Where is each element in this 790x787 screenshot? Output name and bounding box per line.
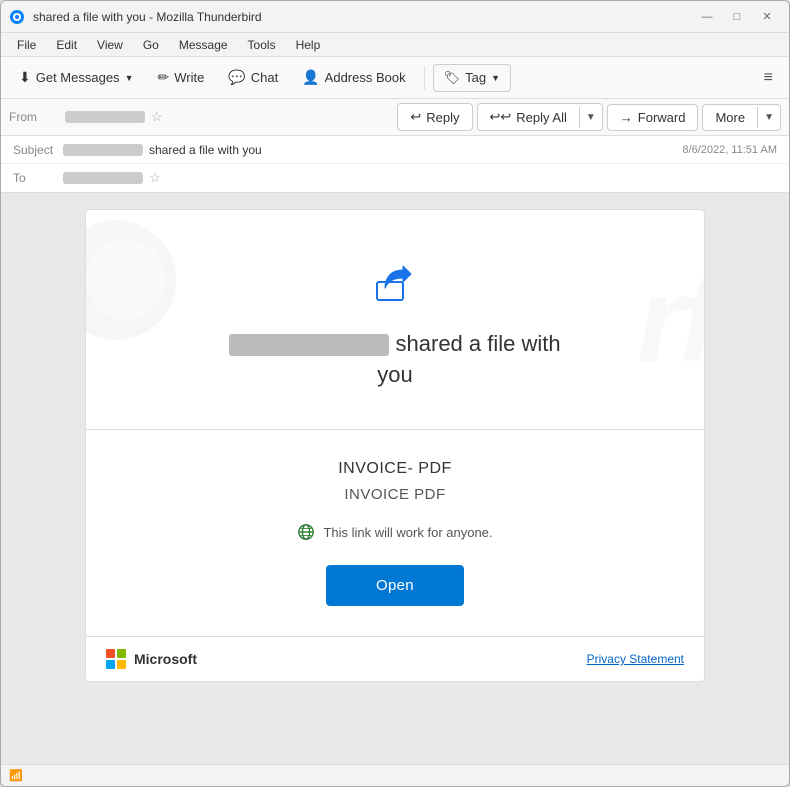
subject-sender-blurred: [63, 144, 143, 156]
get-messages-label: Get Messages: [36, 70, 120, 85]
reply-icon: ↩: [410, 109, 421, 125]
from-label: From: [9, 110, 59, 124]
tag-icon: 🏷: [444, 70, 461, 86]
invoice-title: INVOICE- PDF: [116, 460, 674, 478]
forward-label: Forward: [638, 110, 686, 125]
globe-icon: [297, 523, 315, 541]
title-text-you: you: [377, 362, 412, 387]
sender-blurred: [229, 334, 389, 356]
chat-button[interactable]: 💬 Chat: [218, 64, 288, 91]
forward-button[interactable]: → Forward: [607, 104, 699, 131]
email-timestamp: 8/6/2022, 11:51 AM: [682, 144, 777, 156]
from-value-blurred: [65, 111, 145, 123]
microsoft-squares-icon: [106, 649, 126, 669]
more-dropdown[interactable]: ▼: [757, 107, 780, 128]
menu-tools[interactable]: Tools: [240, 36, 284, 54]
status-icon: 📶: [9, 769, 23, 782]
tag-label: Tag: [465, 70, 486, 85]
chat-label: Chat: [251, 70, 278, 85]
reply-button[interactable]: ↩ Reply: [397, 103, 472, 131]
link-info-text: This link will work for anyone.: [323, 525, 492, 540]
email-card-title: shared a file with you: [229, 329, 560, 391]
menu-edit[interactable]: Edit: [48, 36, 85, 54]
tag-button[interactable]: 🏷 Tag ▼: [433, 64, 511, 92]
more-split-button: More ▼: [702, 104, 781, 131]
app-icon: [9, 9, 25, 25]
menu-help[interactable]: Help: [288, 36, 329, 54]
ms-square-red: [106, 649, 115, 658]
toolbar: ⬇ Get Messages ▼ ✏ Write 💬 Chat 👤 Addres…: [1, 57, 789, 99]
email-body: rf shared a file with you: [1, 193, 789, 764]
reply-all-icon: ↩↩: [490, 109, 512, 125]
watermark-text: rf: [637, 251, 704, 389]
more-label: More: [715, 110, 745, 125]
write-icon: ✏: [157, 69, 169, 86]
from-field-inline: From ☆: [9, 109, 393, 125]
email-lower-section: INVOICE- PDF INVOICE PDF This link will …: [86, 430, 704, 636]
address-book-icon: 👤: [302, 69, 319, 86]
forward-icon: →: [620, 110, 633, 125]
to-row: To ☆: [1, 164, 789, 192]
menu-file[interactable]: File: [9, 36, 44, 54]
menu-bar: File Edit View Go Message Tools Help: [1, 33, 789, 57]
toolbar-separator: [424, 66, 425, 90]
open-button[interactable]: Open: [326, 565, 464, 606]
to-label: To: [13, 171, 63, 185]
to-value: ☆: [63, 170, 777, 186]
close-button[interactable]: ✕: [753, 7, 781, 27]
reply-all-label: Reply All: [516, 110, 567, 125]
title-text: shared a file with: [396, 331, 561, 356]
email-footer: Microsoft Privacy Statement: [86, 636, 704, 681]
window-title: shared a file with you - Mozilla Thunder…: [33, 10, 693, 24]
chat-icon: 💬: [228, 69, 245, 86]
write-button[interactable]: ✏ Write: [147, 64, 214, 91]
to-star-icon[interactable]: ☆: [149, 170, 161, 186]
microsoft-brand-name: Microsoft: [134, 651, 197, 667]
watermark-background: rf: [86, 210, 704, 429]
invoice-subtitle: INVOICE PDF: [116, 486, 674, 503]
microsoft-logo: Microsoft: [106, 649, 197, 669]
action-buttons-row: From ☆ ↩ Reply ↩↩ Reply All ▼ → Forward: [1, 99, 789, 136]
minimize-button[interactable]: —: [693, 7, 721, 27]
reply-all-split-button: ↩↩ Reply All ▼: [477, 103, 603, 131]
status-bar: 📶: [1, 764, 789, 786]
tag-dropdown-icon: ▼: [491, 73, 500, 83]
watermark-circle-small: [86, 240, 166, 320]
menu-view[interactable]: View: [89, 36, 131, 54]
reply-label: Reply: [426, 110, 459, 125]
address-book-label: Address Book: [325, 70, 406, 85]
get-messages-button[interactable]: ⬇ Get Messages ▼: [9, 64, 143, 91]
link-info: This link will work for anyone.: [116, 523, 674, 541]
get-messages-dropdown-icon: ▼: [125, 73, 134, 83]
to-value-blurred: [63, 172, 143, 184]
write-label: Write: [174, 70, 204, 85]
hamburger-menu-button[interactable]: ≡: [756, 64, 781, 92]
more-button[interactable]: More: [703, 105, 757, 130]
title-bar: shared a file with you - Mozilla Thunder…: [1, 1, 789, 33]
email-card-header: rf shared a file with you: [86, 210, 704, 430]
privacy-statement-link[interactable]: Privacy Statement: [587, 652, 684, 666]
subject-label: Subject: [13, 143, 63, 157]
subject-text: shared a file with you: [149, 143, 262, 157]
main-window: shared a file with you - Mozilla Thunder…: [0, 0, 790, 787]
ms-square-blue: [106, 660, 115, 669]
ms-square-yellow: [117, 660, 126, 669]
subject-row: Subject shared a file with you 8/6/2022,…: [1, 136, 789, 164]
ms-square-green: [117, 649, 126, 658]
address-book-button[interactable]: 👤 Address Book: [292, 64, 415, 91]
window-controls: — □ ✕: [693, 7, 781, 27]
inbox-icon: ⬇: [19, 69, 31, 86]
reply-all-dropdown[interactable]: ▼: [579, 107, 602, 128]
from-star-icon[interactable]: ☆: [151, 109, 163, 125]
menu-message[interactable]: Message: [171, 36, 236, 54]
subject-value: shared a file with you: [63, 143, 682, 157]
menu-go[interactable]: Go: [135, 36, 167, 54]
email-card: rf shared a file with you: [85, 209, 705, 682]
email-header: From ☆ ↩ Reply ↩↩ Reply All ▼ → Forward: [1, 99, 789, 193]
reply-all-button[interactable]: ↩↩ Reply All: [478, 104, 579, 130]
maximize-button[interactable]: □: [723, 7, 751, 27]
